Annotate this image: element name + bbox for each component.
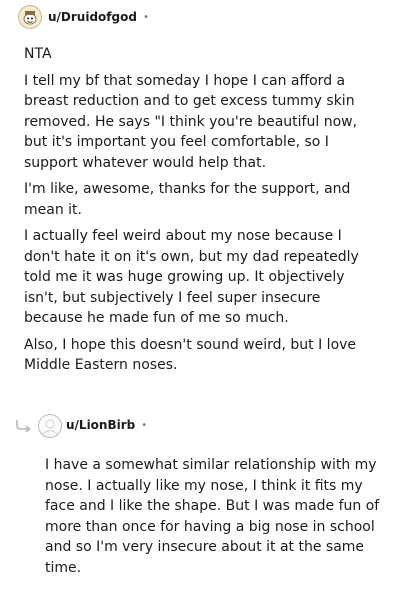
- comment-paragraph: Also, I hope this doesn't sound weird, b…: [24, 336, 357, 374]
- reply-text: I have a somewhat similar relationship w…: [45, 457, 380, 576]
- reply-body: I have a somewhat similar relationship w…: [45, 455, 380, 578]
- comment-paragraph: I tell my bf that someday I hope I can a…: [24, 72, 358, 171]
- comment-body: NTA I tell my bf that someday I hope I c…: [24, 44, 376, 382]
- comment-username[interactable]: u/Druidofgod: [48, 10, 137, 24]
- reply-header: u/LionBirb •: [66, 414, 147, 436]
- reply-username[interactable]: u/LionBirb: [66, 418, 135, 432]
- snoo-avatar-icon[interactable]: [18, 5, 42, 29]
- comment-header: u/Druidofgod •: [18, 4, 149, 30]
- comment-paragraph: NTA: [24, 46, 52, 62]
- separator-dot: •: [141, 419, 148, 431]
- default-avatar-icon[interactable]: [38, 414, 62, 438]
- reply-arrow-icon: [14, 418, 34, 437]
- comment-paragraph: I'm like, awesome, thanks for the suppor…: [24, 181, 351, 218]
- separator-dot: •: [142, 11, 149, 23]
- comment-paragraph: I actually feel weird about my nose beca…: [24, 228, 359, 326]
